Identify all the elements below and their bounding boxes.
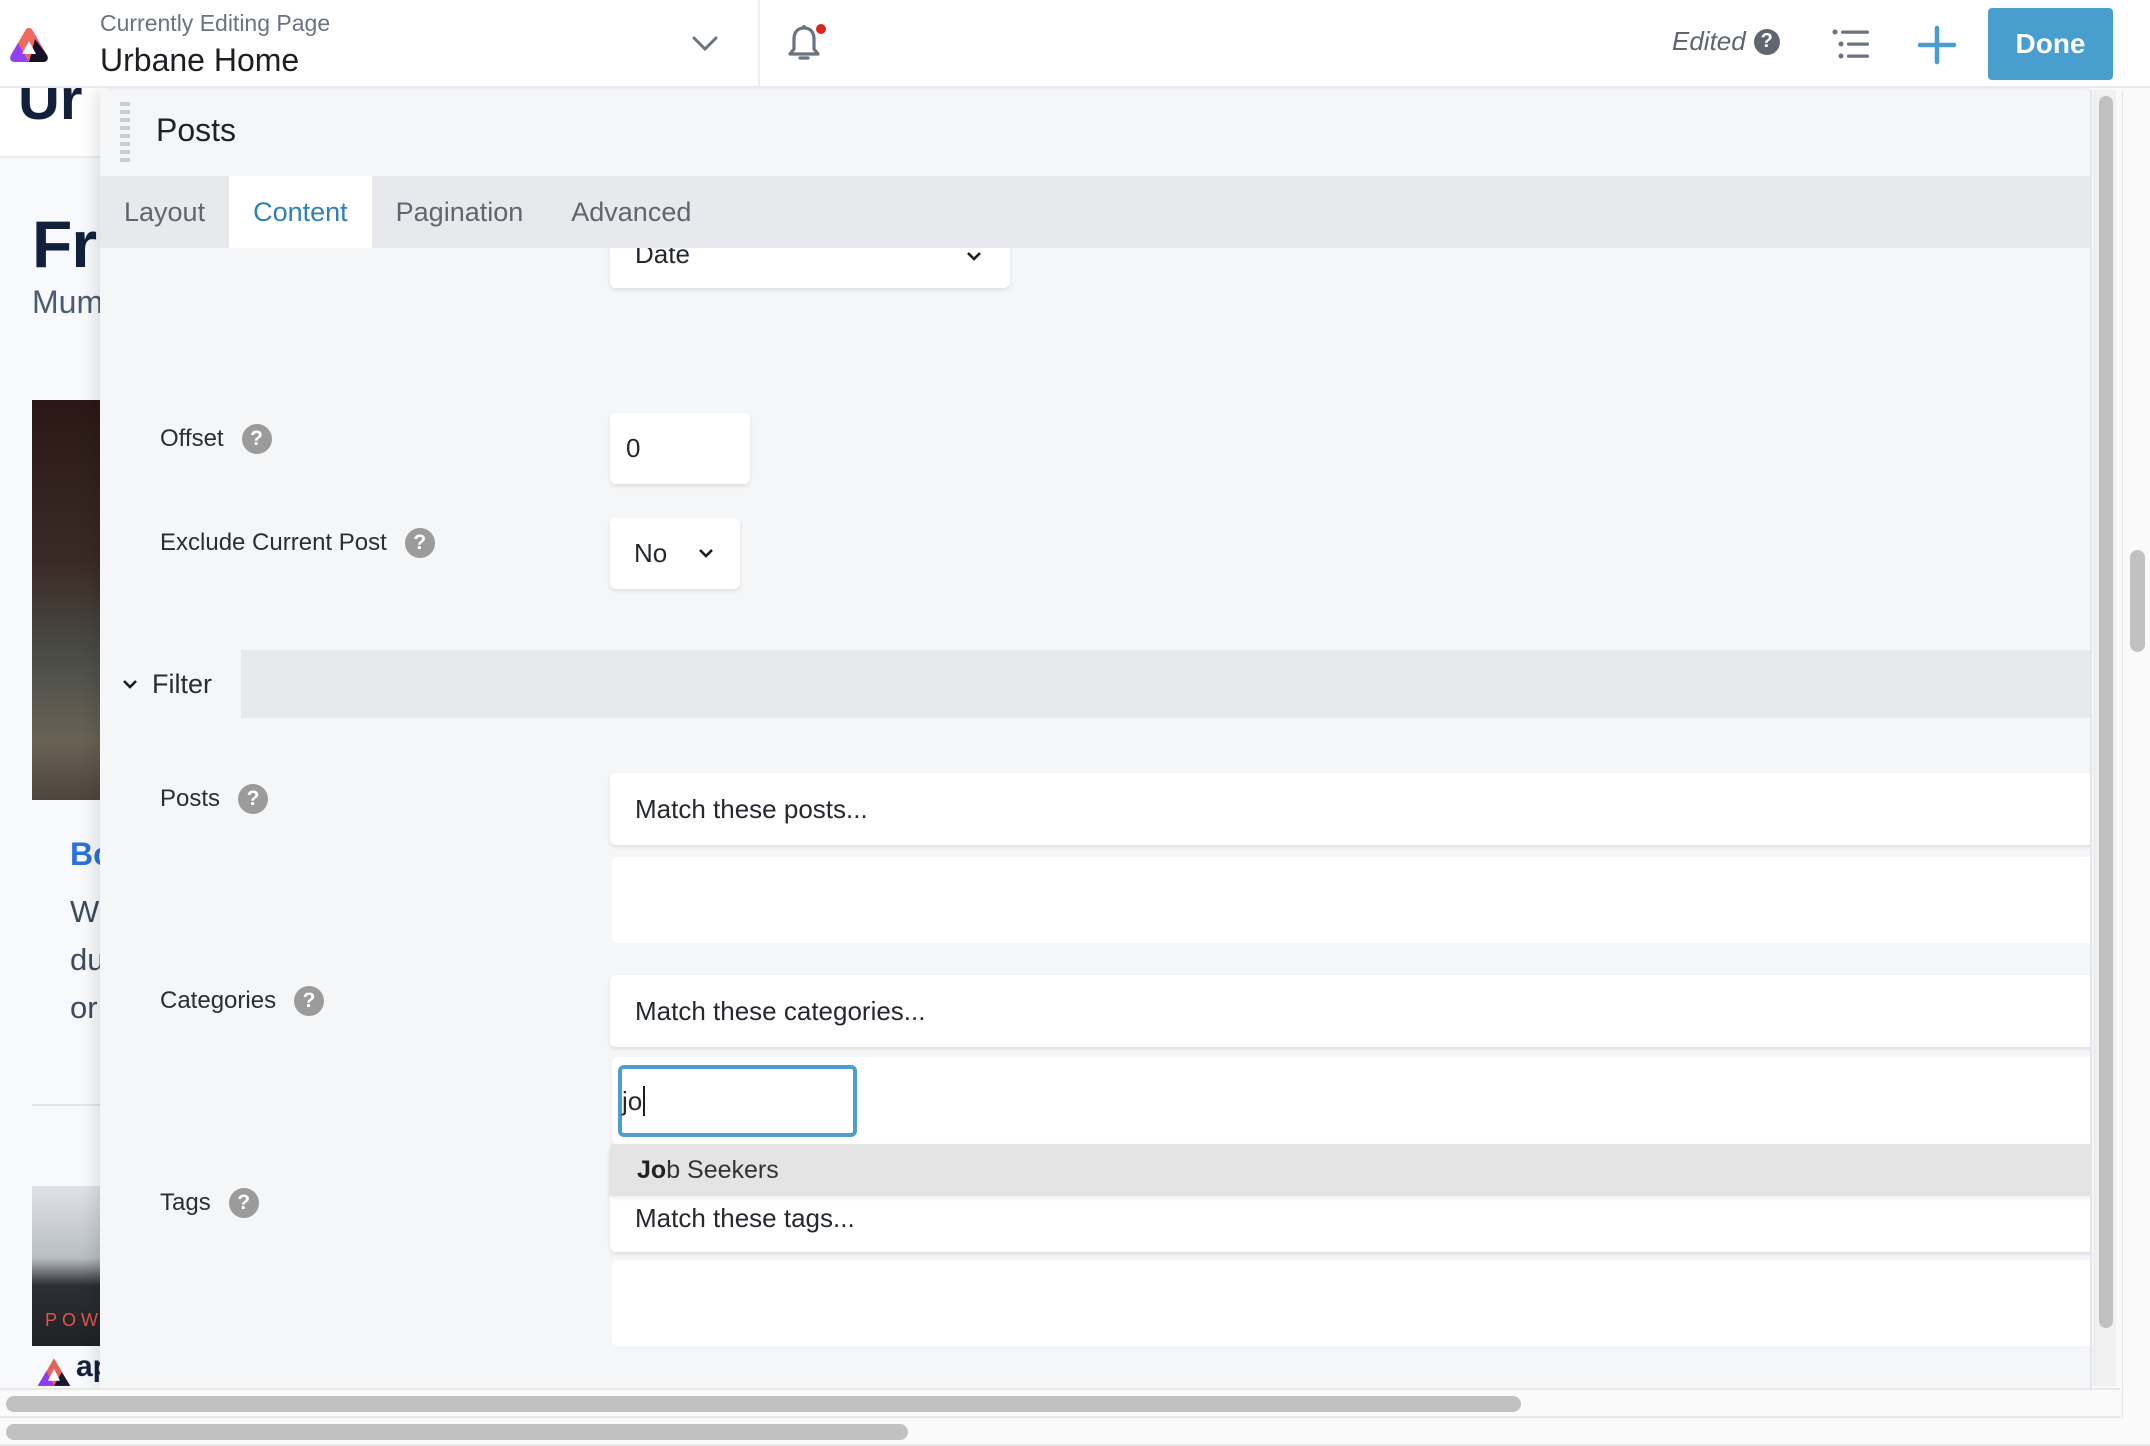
exclude-current-post-value: No: [634, 538, 668, 568]
tab-layout[interactable]: Layout: [100, 176, 229, 248]
tags-match-placeholder: Match these tags...: [635, 1202, 855, 1233]
filter-section-toggle[interactable]: Filter: [100, 650, 241, 718]
top-bar: Currently Editing Page Urbane Home Edite…: [0, 0, 2150, 88]
currently-editing-label: Currently Editing Page: [100, 10, 331, 36]
suggestion-match-text: Jo: [637, 1155, 667, 1184]
page-horizontal-scrollbar-thumb[interactable]: [6, 1424, 908, 1440]
background-page-title: Fr: [32, 207, 97, 281]
offset-value: 0: [626, 433, 641, 463]
tags-filter-label: Tags: [160, 1189, 211, 1216]
add-content-button[interactable]: [1912, 20, 1962, 70]
help-icon[interactable]: ?: [404, 528, 435, 558]
panel-vertical-scrollbar-thumb[interactable]: [2099, 96, 2113, 1328]
category-suggestion-item[interactable]: Jo b Seekers: [610, 1144, 2090, 1196]
offset-input[interactable]: 0: [610, 413, 750, 484]
tab-advanced[interactable]: Advanced: [547, 176, 715, 248]
footer-logo-icon: [37, 1358, 71, 1386]
help-icon[interactable]: ?: [238, 784, 269, 814]
panel-drag-handle[interactable]: [120, 102, 130, 162]
background-site-logo-text: Ur: [18, 88, 83, 132]
brand-logo-icon[interactable]: [8, 26, 50, 64]
background-page-subtitle: Mum: [32, 284, 104, 320]
categories-row-label: Categories ?: [160, 986, 325, 1016]
order-by-select[interactable]: Date: [610, 248, 1010, 288]
page-horizontal-scrollbar[interactable]: [0, 1418, 2150, 1446]
tags-row-label: Tags ?: [160, 1188, 259, 1218]
help-icon[interactable]: ?: [241, 424, 272, 454]
categories-match-select[interactable]: Match these categories...: [610, 975, 2090, 1047]
panel-horizontal-scrollbar[interactable]: [0, 1388, 2120, 1418]
background-page-header: Ur: [0, 88, 110, 158]
tab-pagination[interactable]: Pagination: [372, 176, 548, 248]
chevron-down-icon: [123, 680, 137, 689]
page-switcher-button[interactable]: [680, 24, 730, 64]
offset-row-label: Offset ?: [160, 424, 272, 454]
tab-content[interactable]: Content: [229, 176, 372, 248]
outline-list-icon: [1832, 29, 1869, 59]
offset-label: Offset: [160, 425, 224, 452]
notifications-button[interactable]: [780, 20, 828, 68]
posts-filter-label: Posts: [160, 785, 221, 812]
edited-status-label: Edited: [1672, 26, 1746, 56]
categories-filter-label: Categories: [160, 987, 277, 1014]
plus-icon: [1917, 25, 1957, 65]
posts-match-placeholder: Match these posts...: [635, 793, 868, 824]
chevron-down-icon: [692, 36, 718, 52]
notification-dot: [816, 24, 826, 34]
panel-title: Posts: [156, 112, 237, 148]
text-caret: [643, 1086, 646, 1116]
exclude-current-post-select[interactable]: No: [610, 518, 740, 589]
edited-status: Edited ?: [1672, 26, 1780, 57]
chevron-down-icon: [967, 252, 981, 261]
outline-button[interactable]: [1825, 24, 1875, 66]
posts-settings-panel: Posts Layout Content Pagination Advanced…: [100, 90, 2092, 1388]
page-vertical-scrollbar-thumb[interactable]: [2130, 550, 2145, 652]
done-button[interactable]: Done: [1988, 8, 2113, 80]
order-by-value: Date: [635, 248, 690, 269]
categories-search-input[interactable]: jo: [618, 1065, 857, 1137]
exclude-current-post-label: Exclude Current Post: [160, 529, 387, 556]
topbar-divider: [758, 0, 760, 88]
panel-vertical-scrollbar[interactable]: [2094, 90, 2116, 1386]
filter-section-header: Filter: [100, 650, 2090, 718]
help-icon[interactable]: ?: [1753, 28, 1780, 55]
panel-horizontal-scrollbar-thumb[interactable]: [6, 1396, 1521, 1412]
help-icon[interactable]: ?: [228, 1188, 259, 1218]
posts-row-label: Posts ?: [160, 784, 269, 814]
background-image-caption: POW: [45, 1310, 103, 1330]
suggestion-rest-text: b Seekers: [666, 1155, 779, 1184]
exclude-current-post-row-label: Exclude Current Post ?: [160, 528, 435, 558]
chevron-down-icon: [699, 548, 713, 558]
page-vertical-scrollbar[interactable]: [2122, 90, 2150, 1425]
help-icon[interactable]: ?: [294, 986, 325, 1016]
content-settings-form: Date Offset ? 0 Exclude Current Post ? N…: [100, 248, 2090, 1388]
posts-match-select[interactable]: Match these posts...: [610, 773, 2090, 845]
page-name: Urbane Home: [100, 42, 300, 78]
panel-tabs: Layout Content Pagination Advanced: [100, 176, 2090, 248]
categories-search-value: jo: [622, 1085, 643, 1116]
tags-token-input[interactable]: [612, 1260, 2090, 1346]
filter-section-label: Filter: [152, 668, 212, 699]
categories-match-placeholder: Match these categories...: [635, 995, 926, 1026]
posts-token-input[interactable]: [612, 857, 2090, 943]
